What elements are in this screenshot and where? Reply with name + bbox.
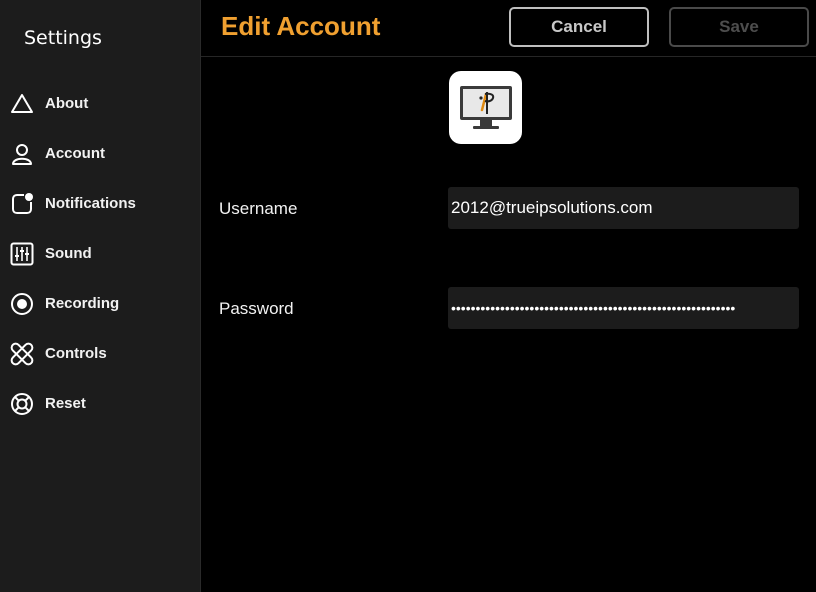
- notification-icon: [10, 192, 34, 216]
- record-icon: [10, 292, 34, 316]
- sidebar-divider: [200, 0, 201, 592]
- save-button[interactable]: Save: [669, 7, 809, 47]
- sidebar-item-recording[interactable]: Recording: [0, 284, 200, 324]
- password-field[interactable]: ••••••••••••••••••••••••••••••••••••••••…: [448, 287, 799, 329]
- password-label: Password: [219, 299, 294, 318]
- cancel-button[interactable]: Cancel: [509, 7, 649, 47]
- sidebar-item-sound[interactable]: Sound: [0, 234, 200, 274]
- sidebar-item-label: Account: [45, 145, 105, 162]
- controls-icon: [10, 342, 34, 366]
- sidebar-item-label: About: [45, 95, 89, 112]
- sidebar-item-account[interactable]: Account: [0, 134, 200, 174]
- sidebar: Settings About Account Notifications Sou…: [0, 0, 200, 592]
- person-icon: [10, 142, 34, 166]
- header: Edit Account Cancel Save: [201, 0, 816, 57]
- sidebar-item-controls[interactable]: Controls: [0, 334, 200, 374]
- sidebar-item-label: Sound: [45, 245, 92, 262]
- username-field[interactable]: 2012@trueipsolutions.com: [448, 187, 799, 229]
- sidebar-item-label: Reset: [45, 395, 86, 412]
- monitor-logo-icon: [459, 85, 512, 129]
- page-title: Edit Account: [221, 11, 381, 41]
- sidebar-title: Settings: [24, 27, 102, 49]
- sidebar-item-label: Controls: [45, 345, 107, 362]
- sidebar-item-notifications[interactable]: Notifications: [0, 184, 200, 224]
- sidebar-item-label: Recording: [45, 295, 120, 312]
- lifebuoy-icon: [10, 392, 34, 416]
- username-label: Username: [219, 199, 298, 218]
- sidebar-item-about[interactable]: About: [0, 84, 200, 124]
- sidebar-item-reset[interactable]: Reset: [0, 384, 200, 424]
- triangle-icon: [10, 92, 34, 116]
- sidebar-item-label: Notifications: [45, 195, 136, 212]
- app-logo: [449, 71, 522, 144]
- sliders-icon: [10, 242, 34, 266]
